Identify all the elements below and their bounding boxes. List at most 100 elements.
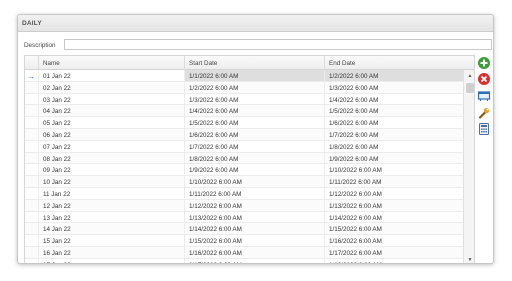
- table-row[interactable]: 10 Jan 22 1/10/2022 6:00 AM 1/11/2022 6:00…: [25, 176, 463, 188]
- name-cell[interactable]: 08 Jan 22: [38, 152, 184, 164]
- table-row[interactable]: 04 Jan 22 1/4/2022 6:00 AM 1/5/2022 6:00 A…: [25, 105, 463, 118]
- row-indicator[interactable]: [25, 105, 37, 116]
- name-cell[interactable]: 15 Jan 22: [38, 235, 184, 246]
- name-cell[interactable]: 06 Jan 22: [38, 128, 184, 140]
- start-date-cell[interactable]: 1/6/2022 6:00 AM: [184, 128, 324, 140]
- end-date-cell[interactable]: 1/4/2022 6:00 AM: [324, 93, 463, 105]
- table-row[interactable]: 08 Jan 22 1/8/2022 6:00 AM 1/9/2022 6:00 A…: [25, 152, 463, 165]
- start-date-cell[interactable]: 1/9/2022 6:00 AM: [184, 164, 324, 176]
- row-indicator[interactable]: [25, 82, 37, 93]
- start-date-cell[interactable]: 1/14/2022 6:00 AM: [184, 223, 324, 235]
- end-date-cell[interactable]: 1/3/2022 6:00 AM: [324, 81, 463, 93]
- table-row[interactable]: 16 Jan 22 1/16/2022 6:00 AM 1/17/2022 6:00…: [25, 246, 463, 259]
- start-date-cell[interactable]: 1/2/2022 6:00 AM: [184, 81, 324, 93]
- name-cell[interactable]: 07 Jan 22: [38, 140, 184, 152]
- current-row-indicator[interactable]: →: [25, 70, 37, 81]
- row-indicator[interactable]: [25, 259, 37, 263]
- end-date-cell[interactable]: 1/11/2022 6:00 AM: [324, 176, 463, 187]
- column-header-name[interactable]: Name: [38, 56, 184, 70]
- name-cell[interactable]: 14 Jan 22: [38, 223, 184, 235]
- table-row[interactable]: 17 Jan 221/17/2022 6:00 AM1/18/2022 6:00…: [25, 258, 463, 263]
- row-indicator[interactable]: [25, 141, 37, 152]
- name-cell[interactable]: 11 Jan 22: [38, 187, 184, 199]
- start-date-cell[interactable]: 1/12/2022 6:00 AM: [184, 199, 324, 211]
- row-indicator[interactable]: [25, 188, 37, 199]
- delete-button[interactable]: [477, 72, 491, 86]
- layout-button[interactable]: [477, 89, 491, 103]
- end-date-cell[interactable]: 1/10/2022 6:00 AM: [324, 164, 463, 176]
- name-cell[interactable]: 17 Jan 22: [38, 258, 184, 263]
- end-date-cell[interactable]: 1/5/2022 6:00 AM: [324, 105, 463, 117]
- start-date-cell[interactable]: 1/5/2022 6:00 AM: [184, 117, 324, 128]
- name-cell[interactable]: 09 Jan 22: [38, 164, 184, 176]
- description-field[interactable]: [64, 39, 492, 50]
- end-date-cell[interactable]: 1/18/2022 6:00 AM: [324, 258, 463, 263]
- row-indicator[interactable]: [25, 223, 37, 234]
- start-date-cell[interactable]: 1/7/2022 6:00 AM: [184, 140, 324, 152]
- row-indicator[interactable]: [25, 247, 37, 258]
- table-row[interactable]: 15 Jan 22 1/15/2022 6:00 AM 1/16/2022 6:00…: [25, 235, 463, 247]
- name-cell[interactable]: 03 Jan 22: [38, 93, 184, 105]
- start-date-cell[interactable]: 1/3/2022 6:00 AM: [184, 93, 324, 105]
- end-date-cell[interactable]: 1/6/2022 6:00 AM: [324, 117, 463, 128]
- name-cell[interactable]: 05 Jan 22: [38, 117, 184, 128]
- column-header-start-date[interactable]: Start Date: [184, 56, 324, 70]
- name-cell[interactable]: 01 Jan 22: [38, 70, 184, 81]
- add-button[interactable]: [477, 56, 491, 70]
- end-date-cell[interactable]: 1/13/2022 6:00 AM: [324, 199, 463, 211]
- start-date-cell[interactable]: 1/8/2022 6:00 AM: [184, 152, 324, 164]
- name-cell[interactable]: 10 Jan 22: [38, 176, 184, 187]
- end-date-cell[interactable]: 1/9/2022 6:00 AM: [324, 152, 463, 164]
- scroll-up-button[interactable]: ▲: [464, 71, 474, 81]
- row-indicator[interactable]: [25, 94, 37, 105]
- panel-title: DAILY: [18, 15, 493, 32]
- name-cell[interactable]: 04 Jan 22: [38, 105, 184, 117]
- wrench-icon: [478, 107, 490, 119]
- start-date-cell[interactable]: 1/1/2022 6:00 AM: [184, 70, 324, 81]
- row-indicator[interactable]: [25, 129, 37, 140]
- start-date-cell[interactable]: 1/10/2022 6:00 AM: [184, 176, 324, 187]
- table-row[interactable]: 14 Jan 22 1/14/2022 6:00 AM 1/15/2022 6:00…: [25, 223, 463, 236]
- row-indicator[interactable]: [25, 235, 37, 246]
- table-row[interactable]: 12 Jan 22 1/12/2022 6:00 AM 1/13/2022 6:00…: [25, 199, 463, 212]
- name-cell[interactable]: 12 Jan 22: [38, 199, 184, 211]
- table-row[interactable]: 07 Jan 22 1/7/2022 6:00 AM 1/8/2022 6:00 A…: [25, 140, 463, 153]
- column-header-end-date[interactable]: End Date: [324, 56, 463, 70]
- settings-button[interactable]: [477, 106, 491, 120]
- row-indicator[interactable]: [25, 153, 37, 164]
- start-date-cell[interactable]: 1/13/2022 6:00 AM: [184, 211, 324, 223]
- start-date-cell[interactable]: 1/4/2022 6:00 AM: [184, 105, 324, 117]
- start-date-cell[interactable]: 1/11/2022 6:00 AM: [184, 187, 324, 199]
- end-date-cell[interactable]: 1/8/2022 6:00 AM: [324, 140, 463, 152]
- table-row[interactable]: 13 Jan 22 1/13/2022 6:00 AM 1/14/2022 6:00…: [25, 211, 463, 224]
- end-date-cell[interactable]: 1/12/2022 6:00 AM: [324, 187, 463, 199]
- table-row[interactable]: 02 Jan 22 1/2/2022 6:00 AM 1/3/2022 6:00 A…: [25, 81, 463, 94]
- name-cell[interactable]: 02 Jan 22: [38, 81, 184, 93]
- row-indicator[interactable]: [25, 164, 37, 175]
- end-date-cell[interactable]: 1/16/2022 6:00 AM: [324, 235, 463, 246]
- scroll-down-button[interactable]: ▼: [464, 255, 474, 263]
- table-row[interactable]: 09 Jan 22 1/9/2022 6:00 AM 1/10/2022 6:00 …: [25, 164, 463, 177]
- end-date-cell[interactable]: 1/14/2022 6:00 AM: [324, 211, 463, 223]
- start-date-cell[interactable]: 1/16/2022 6:00 AM: [184, 246, 324, 258]
- start-date-cell[interactable]: 1/15/2022 6:00 AM: [184, 235, 324, 246]
- end-date-cell[interactable]: 1/2/2022 6:00 AM: [324, 70, 463, 81]
- scroll-thumb[interactable]: [466, 83, 474, 93]
- table-row[interactable]: 03 Jan 22 1/3/2022 6:00 AM 1/4/2022 6:00 A…: [25, 93, 463, 106]
- end-date-cell[interactable]: 1/17/2022 6:00 AM: [324, 246, 463, 258]
- row-indicator[interactable]: [25, 212, 37, 223]
- name-cell[interactable]: 16 Jan 22: [38, 246, 184, 258]
- table-row[interactable]: 06 Jan 22 1/6/2022 6:00 AM 1/7/2022 6:00 A…: [25, 128, 463, 141]
- vertical-scrollbar[interactable]: ▲ ▼: [463, 70, 474, 263]
- end-date-cell[interactable]: 1/7/2022 6:00 AM: [324, 128, 463, 140]
- name-cell[interactable]: 13 Jan 22: [38, 211, 184, 223]
- row-indicator[interactable]: [25, 176, 37, 187]
- table-row[interactable]: 11 Jan 22 1/11/2022 6:00 AM 1/12/2022 6:00…: [25, 187, 463, 200]
- table-row[interactable]: → 01 Jan 22 1/1/2022 6:00 AM 1/2/2022 6:00 …: [25, 70, 463, 82]
- calculator-button[interactable]: [477, 122, 491, 136]
- start-date-cell[interactable]: 1/17/2022 6:00 AM: [184, 258, 324, 263]
- row-indicator[interactable]: [25, 117, 37, 128]
- row-indicator[interactable]: [25, 200, 37, 211]
- table-row[interactable]: 05 Jan 22 1/5/2022 6:00 AM 1/6/2022 6:00 A…: [25, 117, 463, 129]
- end-date-cell[interactable]: 1/15/2022 6:00 AM: [324, 223, 463, 235]
